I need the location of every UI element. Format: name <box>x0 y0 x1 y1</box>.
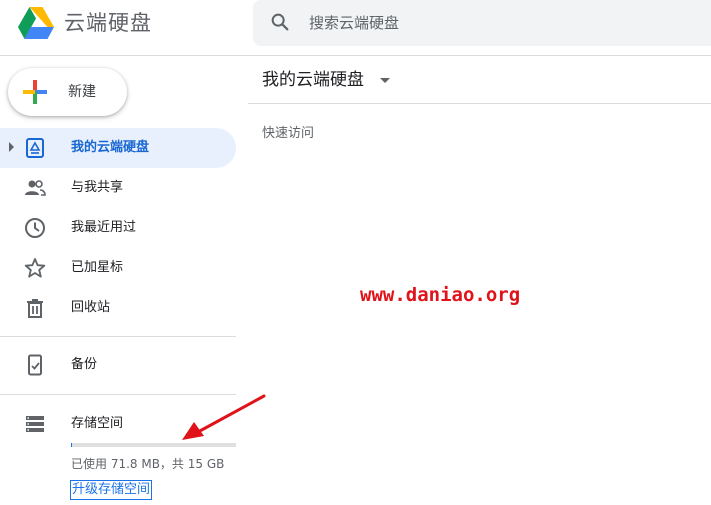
quick-access-heading: 快速访问 <box>262 126 315 141</box>
search-icon[interactable] <box>269 11 291 33</box>
sidebar-item-label: 我最近用过 <box>71 220 137 235</box>
app-title: 云端硬盘 <box>64 11 152 35</box>
sidebar-item-shared-with-me[interactable]: 与我共享 <box>0 168 236 208</box>
new-button[interactable]: 新建 <box>8 68 127 116</box>
top-bar: 云端硬盘 <box>0 0 711 56</box>
sidebar-item-starred[interactable]: 已加星标 <box>0 248 236 288</box>
watermark-text: www.daniao.org <box>360 284 521 306</box>
sidebar-nav: 我的云端硬盘 与我共享 我最近用过 已加星标 回收站 <box>0 128 248 328</box>
search-bar[interactable] <box>253 0 711 46</box>
red-arrow-icon <box>182 394 266 440</box>
backup-device-icon <box>28 354 42 376</box>
sidebar-item-my-drive[interactable]: 我的云端硬盘 <box>0 128 236 168</box>
storage-icon <box>26 416 44 432</box>
caret-down-icon[interactable] <box>380 78 390 83</box>
sidebar-item-label: 已加星标 <box>71 260 124 275</box>
storage-usage-bar <box>71 443 236 447</box>
sidebar-item-label: 回收站 <box>71 300 111 315</box>
sidebar-item-label: 备份 <box>71 357 98 372</box>
google-drive-logo-icon[interactable] <box>17 6 55 40</box>
sidebar-item-label: 我的云端硬盘 <box>71 140 150 155</box>
search-input[interactable] <box>309 0 699 46</box>
sidebar-item-recent[interactable]: 我最近用过 <box>0 208 236 248</box>
clock-icon <box>25 218 45 238</box>
sidebar-item-label: 与我共享 <box>71 180 124 195</box>
plus-icon <box>23 80 47 104</box>
drive-icon <box>26 138 44 158</box>
sidebar-item-trash[interactable]: 回收站 <box>0 288 236 328</box>
new-button-label: 新建 <box>68 84 96 100</box>
storage-label: 存储空间 <box>71 416 124 431</box>
star-icon <box>24 258 46 278</box>
main-header: 我的云端硬盘 <box>248 56 711 104</box>
upgrade-storage-link[interactable]: 升级存储空间 <box>70 480 153 500</box>
sidebar-item-backups[interactable]: 备份 <box>0 345 236 385</box>
storage-usage-fill <box>71 443 72 447</box>
expand-arrow-icon[interactable] <box>9 142 14 152</box>
page-title[interactable]: 我的云端硬盘 <box>262 56 364 104</box>
divider <box>0 336 236 337</box>
shared-people-icon <box>25 180 46 196</box>
trash-icon <box>27 299 43 318</box>
storage-usage-text: 已使用 71.8 MB，共 15 GB <box>71 457 225 471</box>
